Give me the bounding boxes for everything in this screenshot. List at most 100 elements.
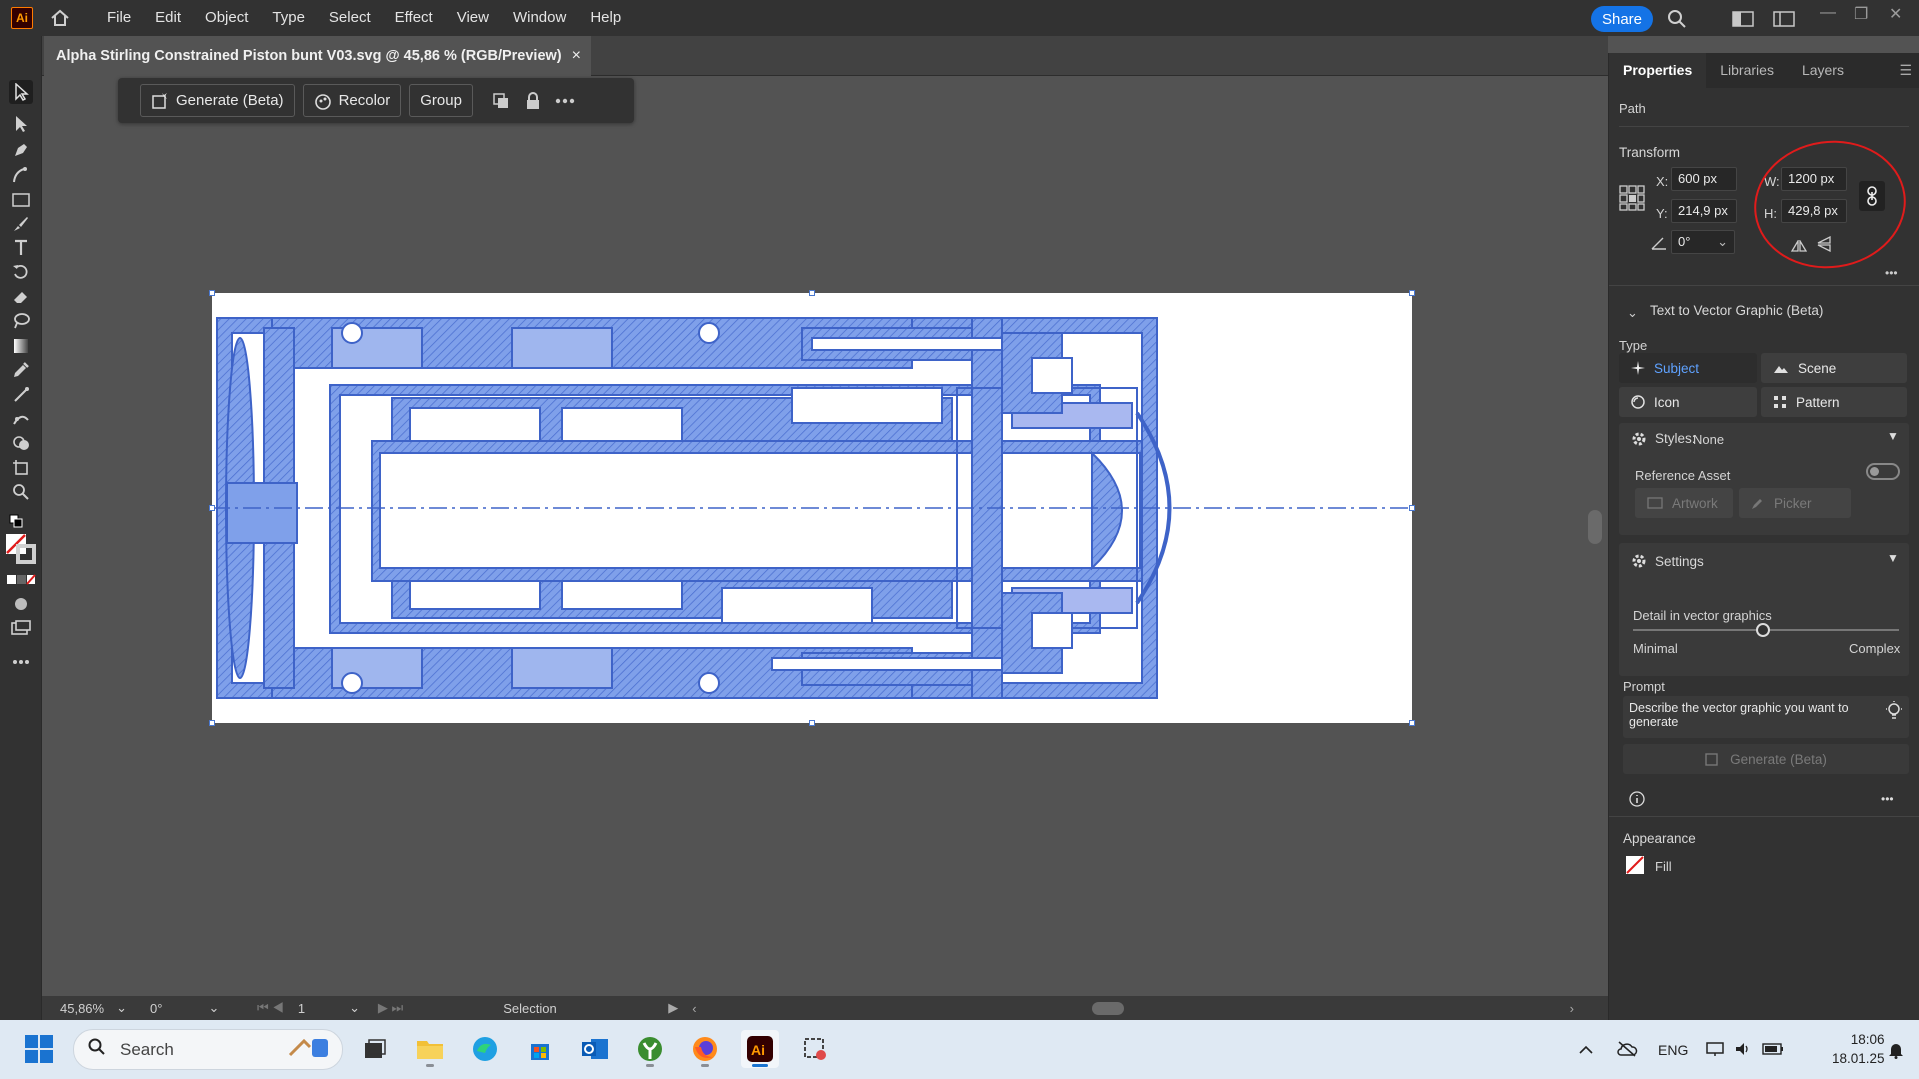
fill-stroke-swatch-icon[interactable]	[4, 532, 38, 566]
menu-edit[interactable]: Edit	[143, 0, 193, 36]
arrange-documents-icon[interactable]	[1732, 8, 1754, 30]
more-options-icon[interactable]	[553, 89, 577, 113]
close-window-icon[interactable]: ✕	[1889, 4, 1902, 24]
panel-menu-icon[interactable]: ☰	[1899, 53, 1912, 88]
menu-select[interactable]: Select	[317, 0, 383, 36]
shape-builder-tool-icon[interactable]	[9, 431, 33, 455]
more-tools-icon[interactable]	[9, 650, 33, 674]
eraser-tool-icon[interactable]	[9, 285, 33, 309]
share-button[interactable]: Share	[1591, 6, 1653, 32]
menu-type[interactable]: Type	[260, 0, 317, 36]
menu-effect[interactable]: Effect	[383, 0, 445, 36]
notification-bell-icon[interactable]	[1888, 1041, 1904, 1062]
selection-handle-top[interactable]	[809, 290, 815, 296]
puppet-warp-tool-icon[interactable]	[9, 407, 33, 431]
selection-handle-bottom-left[interactable]	[209, 720, 215, 726]
type-icon-button[interactable]: Icon	[1619, 387, 1757, 417]
lock-icon[interactable]	[521, 89, 545, 113]
measure-tool-icon[interactable]	[9, 382, 33, 406]
type-scene-button[interactable]: Scene	[1761, 353, 1907, 383]
menu-window[interactable]: Window	[501, 0, 578, 36]
selection-handle-bottom[interactable]	[809, 720, 815, 726]
menu-help[interactable]: Help	[578, 0, 633, 36]
menu-object[interactable]: Object	[193, 0, 260, 36]
selection-handle-top-right[interactable]	[1409, 290, 1415, 296]
default-fill-stroke-icon[interactable]	[5, 509, 29, 533]
windows-start-icon[interactable]	[25, 1035, 53, 1066]
rotation-field[interactable]: 0° ⌄	[150, 1000, 235, 1016]
volume-icon[interactable]	[1734, 1041, 1752, 1060]
home-icon[interactable]	[47, 5, 73, 31]
group-button[interactable]: Group	[409, 84, 473, 117]
detail-slider[interactable]	[1633, 623, 1899, 637]
network-icon[interactable]	[1706, 1041, 1725, 1060]
menu-file[interactable]: File	[95, 0, 143, 36]
workspace-switcher-icon[interactable]	[1773, 8, 1795, 30]
minimize-icon[interactable]: —	[1820, 4, 1836, 22]
generate-beta-button[interactable]: Generate (Beta)	[140, 84, 295, 117]
cloud-offline-icon[interactable]	[1616, 1040, 1638, 1060]
illustrator-taskbar-icon[interactable]: Ai	[741, 1030, 779, 1068]
tab-layers[interactable]: Layers	[1788, 53, 1858, 88]
reference-point-icon[interactable]	[1619, 185, 1645, 214]
menu-view[interactable]: View	[445, 0, 501, 36]
curvature-tool-icon[interactable]	[9, 163, 33, 187]
settings-dropdown-icon[interactable]: ▼	[1887, 551, 1899, 565]
vertical-scroll-thumb[interactable]	[1588, 510, 1602, 544]
color-mode-icon[interactable]	[6, 568, 36, 592]
pen-tool-icon[interactable]	[9, 138, 33, 162]
lightbulb-icon[interactable]	[1885, 701, 1903, 724]
type-tool-icon[interactable]	[9, 236, 33, 260]
taskbar-search-box[interactable]: Search	[73, 1029, 343, 1070]
type-pattern-button[interactable]: Pattern	[1761, 387, 1907, 417]
generate-beta-panel-button[interactable]: Generate (Beta)	[1623, 744, 1909, 774]
y-field[interactable]: 214,9 px	[1671, 199, 1737, 223]
task-view-icon[interactable]	[356, 1030, 394, 1068]
artboard[interactable]	[209, 290, 1415, 726]
scroll-right-icon[interactable]: ›	[1570, 1001, 1574, 1016]
document-tab[interactable]: Alpha Stirling Constrained Piston bunt V…	[44, 36, 591, 76]
info-icon[interactable]	[1629, 791, 1645, 810]
arrange-icon[interactable]	[489, 89, 513, 113]
artboard-next-icons[interactable]: ▶ ⏭	[378, 1000, 403, 1016]
styles-value[interactable]: None	[1693, 432, 1724, 447]
current-tool-field[interactable]: Selection	[503, 1001, 668, 1016]
file-explorer-icon[interactable]	[411, 1030, 449, 1068]
eyedropper-tool-icon[interactable]	[9, 358, 33, 382]
language-indicator[interactable]: ENG	[1658, 1042, 1688, 1058]
selection-handle-top-left[interactable]	[209, 290, 215, 296]
direct-selection-tool-icon[interactable]	[9, 112, 33, 136]
microsoft-store-icon[interactable]	[521, 1030, 559, 1068]
artboard-number-field[interactable]: 1 ⌄	[298, 1000, 368, 1016]
picker-button[interactable]: Picker	[1739, 488, 1851, 518]
chevron-up-icon[interactable]	[1578, 1042, 1594, 1058]
outlook-icon[interactable]	[576, 1030, 614, 1068]
tab-properties[interactable]: Properties	[1609, 53, 1707, 88]
paintbrush-tool-icon[interactable]	[9, 212, 33, 236]
recolor-button[interactable]: Recolor	[302, 84, 402, 117]
screen-mode-icon[interactable]	[9, 616, 33, 640]
tab-libraries[interactable]: Libraries	[1706, 53, 1788, 88]
reference-asset-toggle[interactable]	[1866, 463, 1900, 480]
artboard-tool-icon[interactable]	[9, 456, 33, 480]
prompt-input[interactable]: Describe the vector graphic you want to …	[1623, 696, 1909, 738]
snipping-tool-icon[interactable]	[796, 1030, 834, 1068]
firefox-icon[interactable]	[686, 1030, 724, 1068]
search-icon[interactable]	[1666, 8, 1688, 30]
stirling-engine-drawing[interactable]	[212, 293, 1412, 723]
close-tab-icon[interactable]: ×	[572, 47, 581, 65]
rectangle-tool-icon[interactable]	[9, 188, 33, 212]
fill-swatch-icon[interactable]	[1625, 855, 1645, 878]
artwork-button[interactable]: Artwork	[1635, 488, 1733, 518]
zoom-field[interactable]: 45,86% ⌄	[60, 1000, 140, 1016]
zoom-tool-icon[interactable]	[9, 480, 33, 504]
collapse-chevron-icon[interactable]: ⌄	[1627, 305, 1638, 321]
edge-icon[interactable]	[466, 1030, 504, 1068]
gradient-tool-icon[interactable]	[9, 334, 33, 358]
scroll-left-icon[interactable]: ‹	[692, 1001, 696, 1016]
taskbar-clock[interactable]: 18:06 18.01.25	[1832, 1030, 1885, 1068]
green-app-icon[interactable]	[631, 1030, 669, 1068]
draw-mode-icon[interactable]	[9, 592, 33, 616]
restore-icon[interactable]: ❐	[1854, 4, 1868, 24]
selection-tool-icon[interactable]	[9, 80, 33, 104]
